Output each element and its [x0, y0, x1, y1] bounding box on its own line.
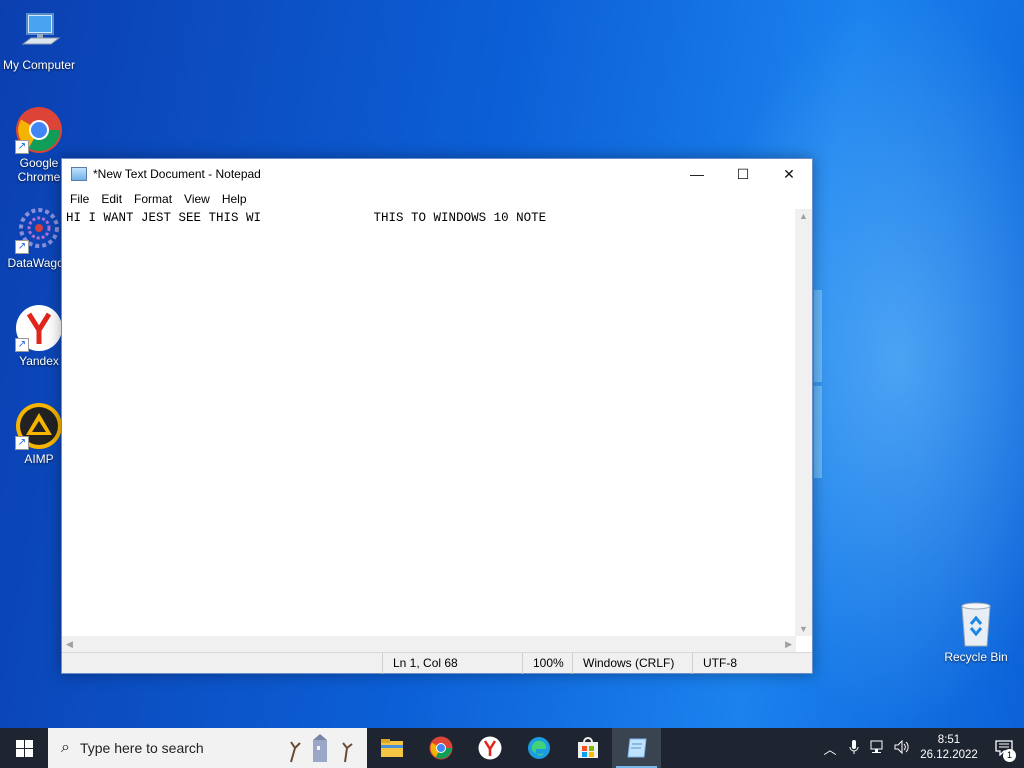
- window-title: *New Text Document - Notepad: [93, 167, 261, 181]
- clock-date: 26.12.2022: [920, 749, 978, 761]
- taskbar-chrome[interactable]: [416, 728, 465, 768]
- network-icon[interactable]: [866, 740, 890, 757]
- shortcut-arrow-icon: ↗: [15, 338, 29, 352]
- taskbar-clock[interactable]: 8:51 26.12.2022: [914, 733, 984, 763]
- shortcut-arrow-icon: ↗: [15, 140, 29, 154]
- scroll-up-arrow-icon[interactable]: ▲: [799, 211, 808, 221]
- notepad-window[interactable]: *New Text Document - Notepad — ☐ ✕ File …: [61, 158, 813, 674]
- folder-icon: [380, 739, 403, 757]
- windows-logo-icon: [15, 739, 33, 757]
- yandex-icon: [478, 736, 501, 760]
- desktop-icon-label: Recycle Bin: [944, 650, 1008, 664]
- search-placeholder: Type here to search: [79, 740, 204, 756]
- taskbar: ⌕ Type here to search ︿ 8:51 26.12.2022 …: [0, 728, 1024, 768]
- desktop-icon-my-computer[interactable]: My Computer: [0, 8, 78, 72]
- menu-format[interactable]: Format: [128, 192, 178, 206]
- chrome-icon: [429, 736, 452, 760]
- clock-time: 8:51: [937, 734, 961, 746]
- menu-file[interactable]: File: [64, 192, 95, 206]
- yandex-icon: ↗: [15, 304, 63, 352]
- desktop-icon-recycle-bin[interactable]: Recycle Bin: [940, 600, 1012, 664]
- start-button[interactable]: [0, 728, 48, 768]
- taskbar-microsoft-store[interactable]: [563, 728, 612, 768]
- menu-view[interactable]: View: [178, 192, 216, 206]
- status-cursor-position: Ln 1, Col 68: [382, 653, 522, 674]
- system-tray: ︿ 8:51 26.12.2022 1: [818, 728, 1024, 768]
- text-editor[interactable]: HI I WANT JEST SEE THIS WI THIS TO WINDO…: [63, 209, 796, 635]
- taskbar-notepad[interactable]: [612, 728, 661, 768]
- vertical-scrollbar[interactable]: ▲ ▼: [795, 209, 812, 636]
- computer-icon: [15, 8, 63, 56]
- microphone-icon[interactable]: [842, 739, 866, 758]
- wallpaper-pane: [814, 290, 822, 382]
- status-line-ending: Windows (CRLF): [572, 653, 692, 674]
- maximize-button[interactable]: ☐: [720, 159, 766, 189]
- scroll-left-arrow-icon[interactable]: ◀: [66, 639, 73, 650]
- search-highlight-illustration-icon: [290, 734, 353, 763]
- taskbar-yandex[interactable]: [465, 728, 514, 768]
- status-encoding: UTF-8: [692, 653, 810, 674]
- status-bar: Ln 1, Col 68 100% Windows (CRLF) UTF-8: [62, 652, 812, 674]
- shortcut-arrow-icon: ↗: [15, 436, 29, 450]
- volume-icon[interactable]: [890, 739, 914, 757]
- desktop-icon-label: My Computer: [2, 58, 76, 72]
- horizontal-scrollbar[interactable]: ◀ ▶: [62, 636, 796, 653]
- menu-bar: File Edit Format View Help: [62, 189, 812, 209]
- taskbar-file-explorer[interactable]: [367, 728, 416, 768]
- wallpaper-pane: [814, 386, 822, 478]
- status-zoom: 100%: [522, 653, 572, 674]
- scroll-down-arrow-icon[interactable]: ▼: [799, 624, 808, 634]
- notification-count-badge: 1: [1003, 749, 1016, 762]
- chrome-icon: ↗: [15, 106, 63, 154]
- recycle-bin-icon: [952, 600, 1000, 648]
- datawagon-icon: ↗: [15, 206, 63, 254]
- close-button[interactable]: ✕: [766, 159, 812, 189]
- search-icon: ⌕: [61, 739, 70, 756]
- edge-icon: [527, 737, 550, 759]
- taskbar-search-box[interactable]: ⌕ Type here to search: [48, 728, 367, 768]
- shortcut-arrow-icon: ↗: [15, 240, 29, 254]
- scroll-right-arrow-icon[interactable]: ▶: [785, 639, 792, 650]
- title-bar[interactable]: *New Text Document - Notepad — ☐ ✕: [62, 159, 812, 189]
- menu-help[interactable]: Help: [216, 192, 253, 206]
- taskbar-edge[interactable]: [514, 728, 563, 768]
- notification-center-button[interactable]: 1: [984, 728, 1024, 768]
- store-icon: [577, 737, 598, 758]
- menu-edit[interactable]: Edit: [95, 192, 128, 206]
- notepad-icon: [626, 738, 647, 758]
- notepad-icon: [71, 167, 87, 181]
- aimp-icon: ↗: [15, 402, 63, 450]
- show-hidden-icons-chevron-icon[interactable]: ︿: [818, 739, 842, 758]
- minimize-button[interactable]: —: [674, 159, 720, 189]
